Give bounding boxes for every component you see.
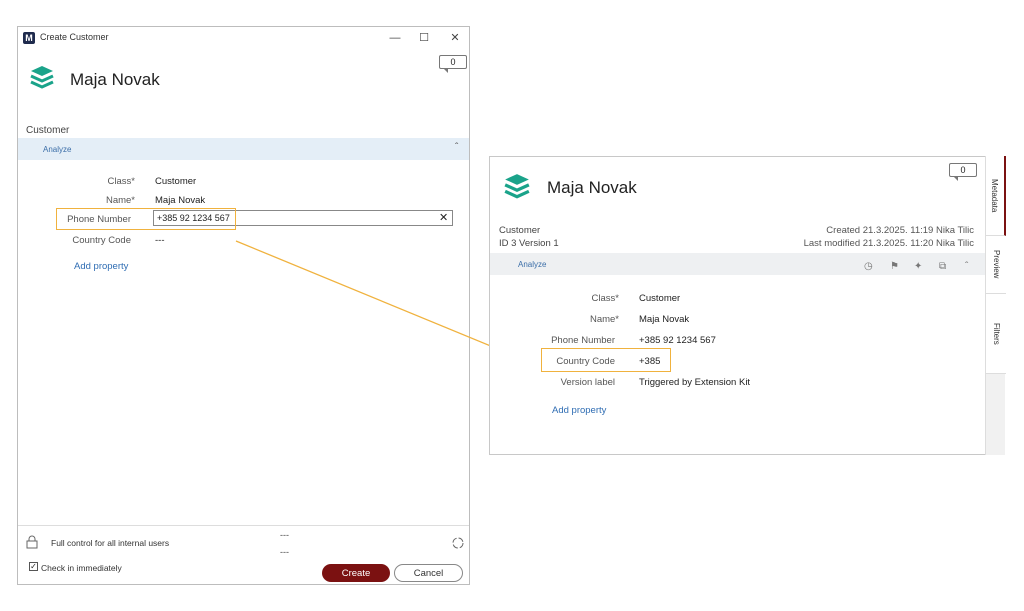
property-label: Phone Number	[551, 335, 615, 346]
property-value[interactable]: Customer	[639, 293, 680, 304]
flag-icon[interactable]: ⚑	[890, 261, 899, 272]
side-tab-strip: Metadata Preview Filters	[985, 156, 1006, 455]
chevron-up-icon[interactable]: ˆ	[965, 261, 968, 272]
highlight-box	[541, 348, 671, 372]
property-value[interactable]: Maja Novak	[639, 314, 689, 325]
tab-preview[interactable]: Preview	[986, 236, 1006, 294]
created-info: Created 21.3.2025. 11:19 Nika Tilic	[826, 225, 974, 236]
property-label: Version label	[560, 377, 615, 388]
comments-badge[interactable]: 0	[949, 163, 977, 181]
tab-metadata[interactable]: Metadata	[986, 156, 1006, 236]
pin-icon[interactable]: ✦	[914, 261, 922, 272]
copy-icon[interactable]: ⧉	[939, 261, 946, 272]
property-value[interactable]: +385 92 1234 567	[639, 335, 716, 346]
class-caption: Customer	[499, 225, 541, 236]
analyze-bar[interactable]: Analyze	[490, 253, 985, 275]
property-value[interactable]: Triggered by Extension Kit	[639, 377, 750, 388]
id-version: ID 3 Version 1	[499, 238, 559, 249]
property-label: Class*	[591, 293, 619, 304]
last-modified-info: Last modified 21.3.2025. 11:20 Nika Tili…	[803, 238, 974, 249]
history-icon[interactable]: ◷	[864, 261, 873, 272]
metadata-card: 0 Maja Novak Customer ID 3 Version 1 Cre…	[489, 156, 1005, 455]
tab-filters[interactable]: Filters	[986, 294, 1006, 374]
property-label: Name*	[589, 314, 619, 325]
object-title: Maja Novak	[547, 178, 637, 197]
analyze-label[interactable]: Analyze	[518, 260, 546, 269]
object-stack-icon	[504, 174, 530, 199]
add-property-link[interactable]: Add property	[552, 405, 606, 416]
